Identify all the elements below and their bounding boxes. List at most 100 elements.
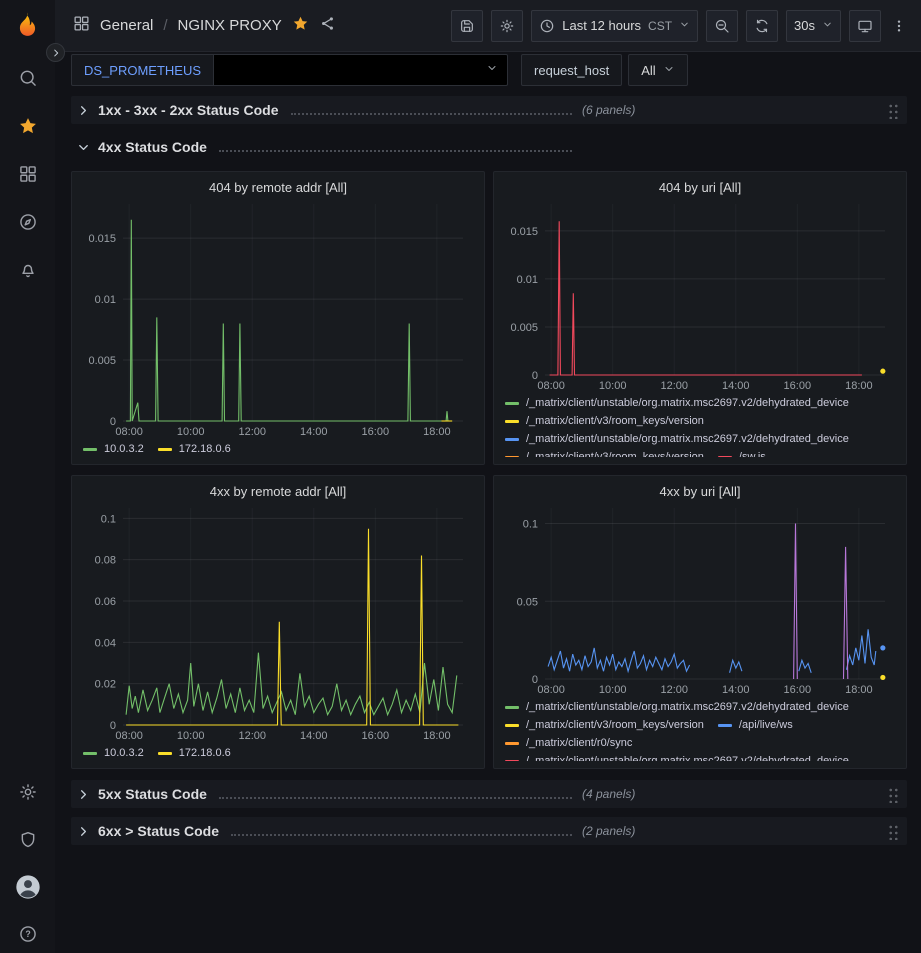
svg-text:?: ? [25, 929, 30, 939]
save-dashboard-button[interactable] [451, 10, 483, 42]
svg-text:0.005: 0.005 [88, 355, 116, 367]
svg-text:0.08: 0.08 [95, 555, 116, 567]
panel-404-by-uri: 404 by uri [All] 00.0050.010.01508:0010:… [493, 171, 907, 465]
svg-text:16:00: 16:00 [362, 426, 390, 438]
share-icon[interactable] [319, 15, 336, 37]
legend-item[interactable]: /_matrix/client/unstable/org.matrix.msc2… [505, 753, 849, 761]
tv-mode-button[interactable] [849, 10, 881, 42]
zoom-out-button[interactable] [706, 10, 738, 42]
row-dotted-leader [219, 150, 572, 152]
panel-title[interactable]: 404 by remote addr [All] [81, 177, 475, 198]
breadcrumb-dashboard-title[interactable]: NGINX PROXY [178, 17, 282, 34]
panel-title[interactable]: 4xx by uri [All] [503, 481, 897, 502]
svg-text:10:00: 10:00 [177, 426, 205, 438]
user-avatar[interactable] [0, 872, 55, 902]
row-drag-handle-icon[interactable] [888, 786, 899, 803]
legend-item[interactable]: /_matrix/client/v3/room_keys/version [505, 449, 704, 457]
svg-text:08:00: 08:00 [115, 730, 143, 742]
panel-title[interactable]: 4xx by remote addr [All] [81, 481, 475, 502]
starred-icon[interactable] [0, 114, 55, 138]
panel-title[interactable]: 404 by uri [All] [503, 177, 897, 198]
legend-item[interactable]: /_matrix/client/r0/sync [505, 735, 632, 751]
grafana-logo[interactable] [10, 9, 44, 43]
row-header-6xx[interactable]: 6xx > Status Code (2 panels) [71, 817, 907, 845]
dashboards-icon[interactable] [0, 162, 55, 186]
row-header-1xx-3xx-2xx[interactable]: 1xx - 3xx - 2xx Status Code (6 panels) [71, 96, 907, 124]
refresh-interval-label: 30s [794, 18, 815, 33]
legend-series-label: /sw.js [739, 451, 766, 457]
row-drag-handle-icon[interactable] [888, 102, 899, 119]
svg-text:16:00: 16:00 [784, 380, 812, 392]
svg-text:0.1: 0.1 [101, 513, 116, 525]
time-range-picker[interactable]: Last 12 hours CST [531, 10, 698, 42]
svg-text:08:00: 08:00 [537, 684, 565, 696]
dashboard-settings-button[interactable] [491, 10, 523, 42]
svg-text:12:00: 12:00 [660, 380, 688, 392]
row-panel-count: (4 panels) [582, 787, 635, 801]
svg-text:14:00: 14:00 [300, 426, 328, 438]
legend-item[interactable]: 172.18.0.6 [158, 745, 231, 761]
datasource-variable-value[interactable] [214, 54, 508, 86]
legend-item[interactable]: 10.0.3.2 [83, 441, 144, 457]
row-title: 4xx Status Code [98, 139, 207, 155]
panel-4xx-by-uri: 4xx by uri [All] 00.050.108:0010:0012:00… [493, 475, 907, 769]
chart-4xx-by-uri[interactable]: 00.050.108:0010:0012:0014:0016:0018:00 [503, 502, 897, 696]
legend-item[interactable]: /_matrix/client/unstable/org.matrix.msc2… [505, 431, 849, 447]
search-icon[interactable] [0, 66, 55, 90]
chart-404-by-uri[interactable]: 00.0050.010.01508:0010:0012:0014:0016:00… [503, 198, 897, 392]
breadcrumb-section[interactable]: General [100, 17, 153, 34]
refresh-button[interactable] [746, 10, 778, 42]
legend-series-label: 172.18.0.6 [179, 443, 231, 455]
clock-icon [539, 18, 555, 34]
row-header-5xx[interactable]: 5xx Status Code (4 panels) [71, 780, 907, 808]
legend-item[interactable]: /api/live/ws [718, 717, 793, 733]
caret-down-icon [822, 17, 833, 35]
legend-item[interactable]: /_matrix/client/unstable/org.matrix.msc2… [505, 699, 849, 715]
svg-text:18:00: 18:00 [423, 730, 451, 742]
svg-text:18:00: 18:00 [845, 684, 873, 696]
row-drag-handle-icon[interactable] [888, 823, 899, 840]
kebab-menu-icon[interactable] [889, 10, 909, 42]
svg-text:16:00: 16:00 [362, 730, 390, 742]
legend-series-label: 172.18.0.6 [179, 747, 231, 759]
legend: 10.0.3.2 172.18.0.6 [81, 438, 475, 457]
legend: 10.0.3.2 172.18.0.6 [81, 742, 475, 761]
legend-series-swatch [505, 456, 519, 458]
refresh-interval-dropdown[interactable]: 30s [786, 10, 841, 42]
legend-item[interactable]: 172.18.0.6 [158, 441, 231, 457]
svg-text:0.1: 0.1 [523, 519, 538, 531]
legend-item[interactable]: /sw.js [718, 449, 766, 457]
svg-text:14:00: 14:00 [300, 730, 328, 742]
row-header-4xx[interactable]: 4xx Status Code [71, 133, 907, 161]
svg-text:18:00: 18:00 [423, 426, 451, 438]
chart-404-by-remote-addr[interactable]: 00.0050.010.01508:0010:0012:0014:0016:00… [81, 198, 475, 438]
explore-compass-icon[interactable] [0, 210, 55, 234]
settings-gear-icon[interactable] [0, 780, 55, 804]
panel-4xx-by-remote-addr: 4xx by remote addr [All] 00.020.040.060.… [71, 475, 485, 769]
svg-text:0.015: 0.015 [88, 233, 116, 245]
expand-sidebar-button[interactable] [46, 43, 65, 62]
legend-series-label: /_matrix/client/v3/room_keys/version [526, 415, 704, 427]
breadcrumb-separator: / [163, 17, 167, 34]
legend-item[interactable]: 10.0.3.2 [83, 745, 144, 761]
request-host-variable-label[interactable]: request_host [521, 54, 622, 86]
legend-item[interactable]: /_matrix/client/v3/room_keys/version [505, 413, 704, 429]
svg-text:0.005: 0.005 [510, 322, 538, 334]
legend-series-swatch [505, 438, 519, 441]
request-host-variable-value[interactable]: All [628, 54, 687, 86]
favorite-star-icon[interactable] [292, 15, 309, 37]
chart-4xx-by-remote-addr[interactable]: 00.020.040.060.080.108:0010:0012:0014:00… [81, 502, 475, 742]
legend-series-label: /api/live/ws [739, 719, 793, 731]
svg-text:16:00: 16:00 [784, 684, 812, 696]
admin-shield-icon[interactable] [0, 828, 55, 852]
svg-text:08:00: 08:00 [115, 426, 143, 438]
legend-item[interactable]: /_matrix/client/v3/room_keys/version [505, 717, 704, 733]
apps-icon [73, 15, 90, 37]
legend-series-swatch [505, 724, 519, 727]
alerting-bell-icon[interactable] [0, 258, 55, 282]
datasource-variable-label[interactable]: DS_PROMETHEUS [71, 54, 214, 86]
svg-text:0.02: 0.02 [95, 679, 116, 691]
help-icon[interactable]: ? [0, 922, 55, 946]
legend-item[interactable]: /_matrix/client/unstable/org.matrix.msc2… [505, 395, 849, 411]
svg-text:0.015: 0.015 [510, 226, 538, 238]
